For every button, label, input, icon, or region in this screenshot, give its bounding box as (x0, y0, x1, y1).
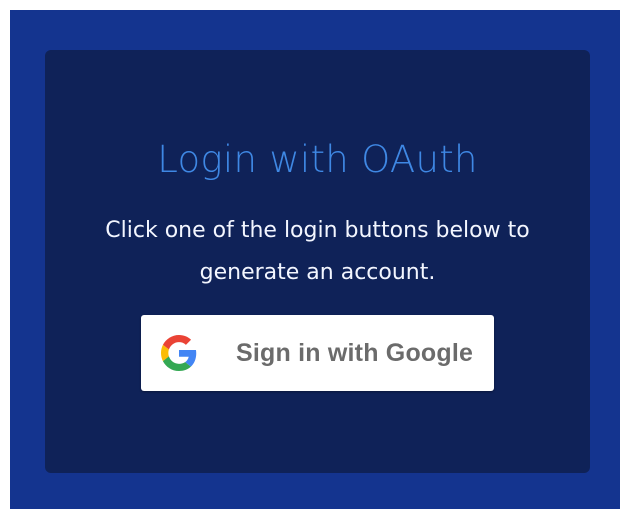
page-background: Login with OAuth Click one of the login … (10, 10, 620, 509)
sign-in-with-google-button[interactable]: Sign in with Google (141, 315, 494, 391)
login-description: Click one of the login buttons below to … (105, 218, 530, 285)
google-icon (161, 335, 197, 371)
page-title: Login with OAuth (157, 138, 478, 181)
login-card: Login with OAuth Click one of the login … (45, 50, 590, 473)
google-button-label: Sign in with Google (236, 339, 474, 367)
